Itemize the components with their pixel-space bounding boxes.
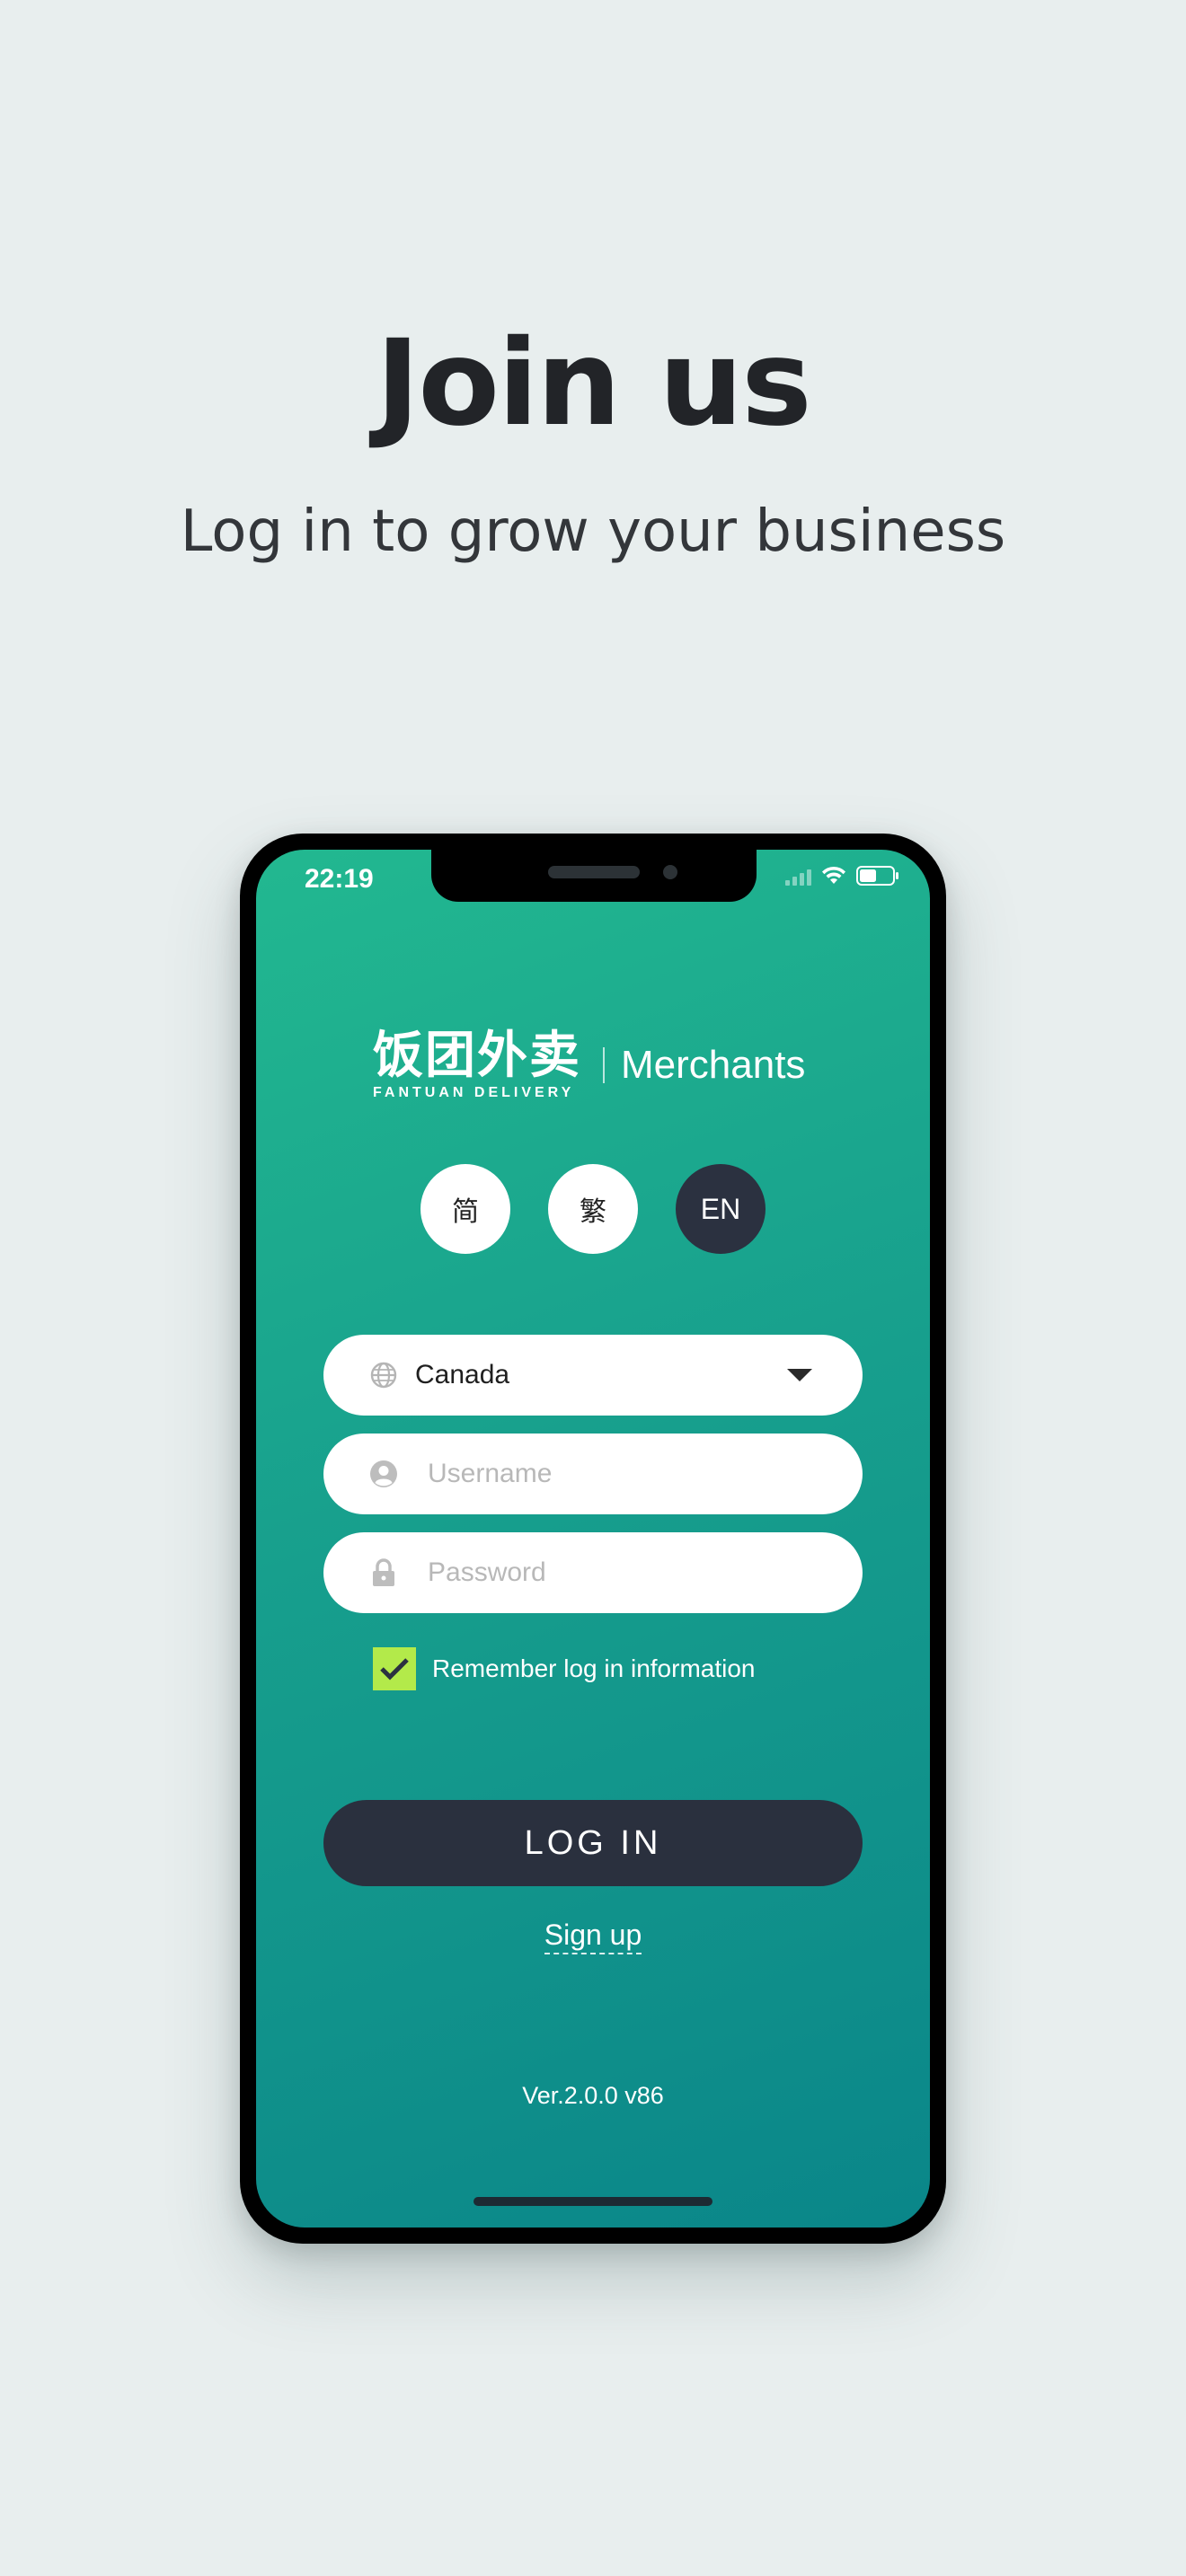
username-field[interactable] — [323, 1434, 863, 1514]
globe-icon — [368, 1360, 399, 1390]
remember-checkbox[interactable] — [373, 1647, 416, 1690]
password-input[interactable] — [415, 1557, 863, 1588]
signal-icon — [785, 866, 811, 886]
hero-title: Join us — [376, 314, 812, 453]
country-select[interactable]: Canada — [323, 1335, 863, 1416]
brand-section: Merchants — [621, 1043, 806, 1087]
speaker — [548, 866, 640, 878]
brand: 饭团外卖 FANTUAN DELIVERY Merchants — [373, 1029, 805, 1101]
brand-name-en: FANTUAN DELIVERY — [373, 1085, 575, 1100]
version-text: Ver.2.0.0 v86 — [522, 2082, 664, 2109]
phone-screen: 22:19 饭团外卖 FANTUAN DELIVERY Merchants 简 … — [256, 850, 930, 2228]
country-value: Canada — [415, 1360, 510, 1389]
lock-icon — [368, 1557, 399, 1588]
hero-subtitle: Log in to grow your business — [180, 498, 1006, 565]
lang-english-button[interactable]: EN — [676, 1164, 766, 1254]
signup-row: Sign up — [256, 1919, 930, 1954]
phone-frame: 22:19 饭团外卖 FANTUAN DELIVERY Merchants 简 … — [240, 834, 946, 2244]
signup-link[interactable]: Sign up — [544, 1919, 642, 1954]
brand-name-cn: 饭团外卖 — [373, 1027, 581, 1085]
home-indicator[interactable] — [474, 2197, 712, 2206]
remember-option: Remember log in information — [373, 1647, 756, 1690]
chevron-down-icon[interactable] — [787, 1369, 812, 1381]
language-switcher: 简 繁 EN — [256, 1164, 930, 1254]
wifi-icon — [820, 866, 847, 886]
front-camera — [663, 865, 677, 879]
notch — [431, 850, 757, 902]
user-icon — [368, 1459, 399, 1489]
checkmark-icon — [380, 1658, 409, 1681]
battery-icon — [856, 866, 899, 886]
page: Join us Log in to grow your business 22:… — [0, 0, 1186, 2576]
lang-traditional-button[interactable]: 繁 — [548, 1164, 638, 1254]
status-icons — [785, 866, 899, 886]
username-input[interactable] — [415, 1459, 863, 1489]
password-field[interactable] — [323, 1532, 863, 1613]
brand-divider — [603, 1047, 605, 1083]
brand-logo: 饭团外卖 FANTUAN DELIVERY — [373, 1029, 581, 1101]
login-button[interactable]: LOG IN — [323, 1800, 863, 1886]
status-time: 22:19 — [305, 864, 374, 894]
lang-simplified-button[interactable]: 简 — [420, 1164, 510, 1254]
remember-label: Remember log in information — [432, 1654, 756, 1682]
